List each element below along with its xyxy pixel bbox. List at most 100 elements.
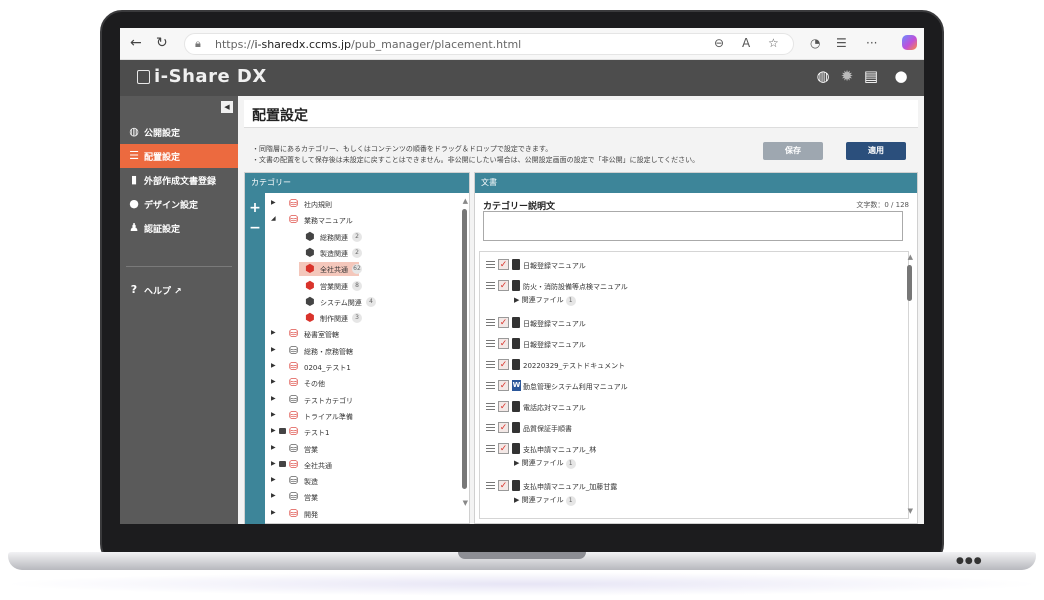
refresh-icon[interactable]: ↻ [156,35,168,51]
drag-handle-icon[interactable] [486,403,495,410]
tree-node[interactable]: ⬢ 製造関連 2 [265,246,451,260]
related-files-link[interactable]: ▶ 関連ファイル 1 [514,495,576,506]
expand-toggle-icon[interactable]: ▶ [514,459,522,467]
drag-handle-icon[interactable] [486,319,495,326]
settings-globe-icon[interactable]: ✹ [838,67,856,85]
tree-scrollbar[interactable] [462,209,467,489]
expand-toggle-icon[interactable]: ▶ [271,395,276,402]
expand-toggle-icon[interactable]: ▶ [271,329,276,336]
tree-node[interactable]: ▶ ⛁ テストカテゴリ [265,393,451,407]
expand-toggle-icon[interactable]: ▶ [271,427,276,434]
external-link-icon: ↗ [174,287,182,297]
tree-node[interactable]: ▶ ⛁ 全社共通 [265,458,451,472]
tree-node[interactable]: ▶ ⛁ 秘書室管轄 [265,327,451,341]
tree-node[interactable]: ▶ ⛁ 営業 [265,442,451,456]
menu-icon: ☰ [129,149,139,162]
back-icon[interactable]: ← [130,35,142,51]
expand-toggle-icon[interactable]: ▶ [271,411,276,418]
document-checkbox[interactable]: ✓ [498,401,509,412]
tree-node[interactable]: ⬢ システム関連 4 [265,295,451,309]
expand-toggle-icon[interactable]: ▶ [514,296,522,304]
read-aloud-icon[interactable]: A [742,36,750,50]
category-description-input[interactable] [483,211,903,241]
favorite-icon[interactable]: ☆ [768,36,779,50]
book-icon [512,422,520,433]
document-checkbox[interactable]: ✓ [498,380,509,391]
tree-node[interactable]: ◢ ⛁ 業務マニュアル [265,213,451,227]
document-checkbox[interactable]: ✓ [498,359,509,370]
doc-scroll-up-icon[interactable]: ▲ [908,253,913,261]
tree-node[interactable]: ▶ ⛁ テスト1 [265,425,451,439]
sidebar-item-publish[interactable]: ◍ 公開設定 [120,120,238,144]
note-line-1: ・同階層にあるカテゴリー、もしくはコンテンツの順番をドラッグ＆ドロップで設定でき… [252,145,553,153]
expand-toggle-icon[interactable]: ▶ [271,509,276,516]
drag-handle-icon[interactable] [486,261,495,268]
tree-node[interactable]: ▶ ⛁ トライアル準備 [265,409,451,423]
document-scrollbar[interactable] [907,265,912,301]
sidebar-item-external-docs[interactable]: ▮ 外部作成文書登録 [120,168,238,192]
category-icon: ⛁ [289,441,299,455]
drag-handle-icon[interactable] [486,424,495,431]
address-bar[interactable]: 🔒︎ https://i-sharedx.ccms.jp/pub_manager… [184,33,794,55]
tree-node[interactable]: ▶ ⛁ 開発 [265,507,451,521]
expand-toggle-icon[interactable]: ▶ [271,362,276,369]
category-panel-header: カテゴリー [245,173,469,193]
tree-node[interactable]: ▶ ⛁ 社内規則 [265,197,451,211]
expand-toggle-icon[interactable]: ▶ [271,492,276,499]
expand-toggle-icon[interactable]: ▶ [271,444,276,451]
sidebar-item-auth[interactable]: ♟ 認証設定 [120,216,238,240]
document-checkbox[interactable]: ✓ [498,480,509,491]
drag-handle-icon[interactable] [486,361,495,368]
tree-node[interactable]: ⬢ 制作関連 3 [265,311,451,325]
expand-toggle-icon[interactable]: ▶ [514,496,522,504]
list-icon[interactable]: ▤ [862,67,880,85]
tree-node[interactable]: ▶ ⛁ その他 [265,376,451,390]
expand-toggle-icon[interactable]: ▶ [271,378,276,385]
tree-node[interactable]: ⬢ 全社共通 62 [299,262,362,277]
copilot-icon[interactable] [902,35,917,50]
document-checkbox[interactable]: ✓ [498,280,509,291]
scroll-down-icon[interactable]: ▼ [463,499,468,507]
apply-button[interactable]: 適用 [846,142,906,160]
related-files-link[interactable]: ▶ 関連ファイル 1 [514,458,576,469]
drag-handle-icon[interactable] [486,482,495,489]
document-checkbox[interactable]: ✓ [498,443,509,454]
drag-handle-icon[interactable] [486,282,495,289]
save-button[interactable]: 保存 [763,142,823,160]
tree-node[interactable]: ▶ ⛁ 総務・庶務管轄 [265,344,451,358]
doc-scroll-down-icon[interactable]: ▼ [908,507,913,515]
expand-toggle-icon[interactable]: ▶ [271,460,276,467]
document-checkbox[interactable]: ✓ [498,317,509,328]
account-icon[interactable]: ● [892,67,910,85]
expand-toggle-icon[interactable]: ▶ [271,346,276,353]
expand-toggle-icon[interactable]: ▶ [271,476,276,483]
document-checkbox[interactable]: ✓ [498,338,509,349]
tree-node[interactable]: ▶ ⛁ 製造 [265,474,451,488]
extensions-icon[interactable]: ◔ [810,36,820,50]
expand-all-button[interactable]: + [248,201,262,215]
category-tree: ▶ ⛁ 社内規則 ◢ ⛁ 業務マニュアル ⬢ 総務関連 2 ⬢ 製造関連 2 ⬢ 全社共通 62 ⬢ 営業関連 8… [265,195,461,524]
more-icon[interactable]: ··· [866,36,877,50]
scroll-up-icon[interactable]: ▲ [463,197,468,205]
tree-node[interactable]: ⬢ 総務関連 2 [265,230,451,244]
sidebar-item-placement[interactable]: ☰ 配置設定 [120,144,244,168]
expand-toggle-icon[interactable]: ▶ [271,199,276,206]
collapse-sidebar-button[interactable]: ◀ [221,101,233,113]
favorites-list-icon[interactable]: ☰ [836,36,847,50]
related-files-link[interactable]: ▶ 関連ファイル 1 [514,295,576,306]
tree-node[interactable]: ▶ ⛁ 営業 [265,490,451,504]
collapse-all-button[interactable]: − [248,221,262,235]
globe-icon[interactable]: ◍ [814,67,832,85]
drag-handle-icon[interactable] [486,382,495,389]
tree-node[interactable]: ⬢ 営業関連 8 [265,279,451,293]
sidebar-item-design[interactable]: ● デザイン設定 [120,192,238,216]
drag-handle-icon[interactable] [486,445,495,452]
collapse-toggle-icon[interactable]: ◢ [271,215,276,222]
document-checkbox[interactable]: ✓ [498,422,509,433]
zoom-icon[interactable]: ⊖ [714,36,724,50]
count-badge: 2 [352,231,362,242]
sidebar-item-help[interactable]: ? ヘルプ ↗ [120,278,238,302]
document-checkbox[interactable]: ✓ [498,259,509,270]
tree-node[interactable]: ▶ ⛁ 0204_テスト1 [265,360,451,374]
drag-handle-icon[interactable] [486,340,495,347]
